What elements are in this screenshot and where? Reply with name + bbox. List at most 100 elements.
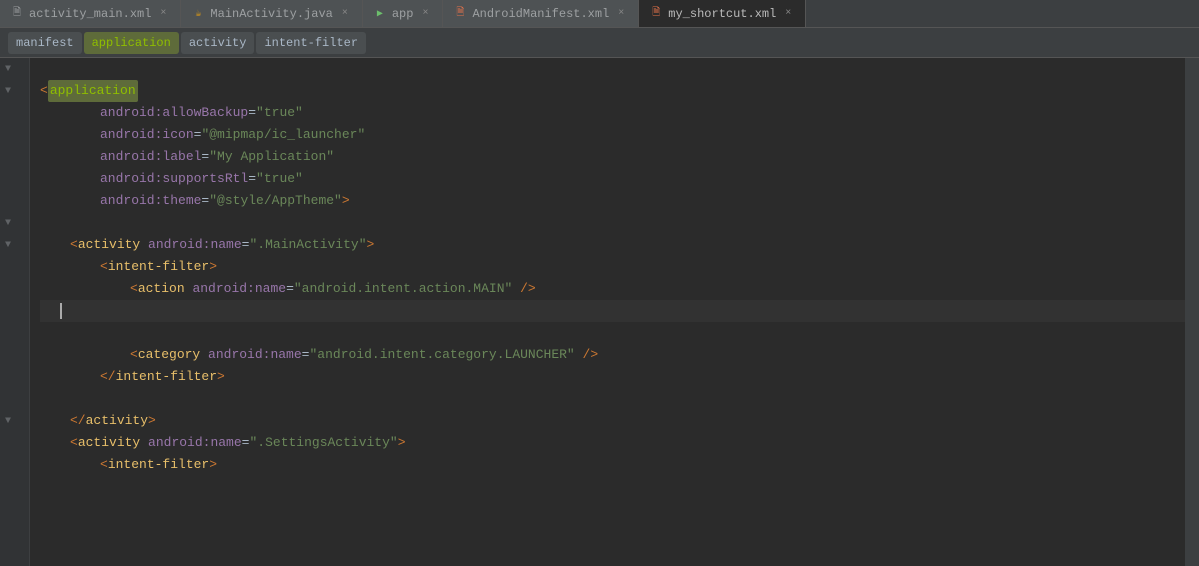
- code-line-cursor: [40, 300, 1185, 322]
- gutter-line: [0, 476, 29, 498]
- tab-activity-main[interactable]: 🗎 activity_main.xml ×: [0, 0, 181, 28]
- editor-area: ▼ ▼ ▼ ▼ ▼: [0, 58, 1199, 566]
- gutter-line: ▼: [0, 58, 29, 80]
- gutter-line: ▼: [0, 234, 29, 256]
- xml-icon: 🗎: [453, 7, 467, 21]
- attr-value: "true": [256, 171, 303, 186]
- attr-value: "@style/AppTheme": [209, 193, 342, 208]
- fold-icon[interactable]: ▼: [2, 63, 14, 75]
- gutter-line: [0, 256, 29, 278]
- gutter-line: [0, 124, 29, 146]
- fold-icon[interactable]: ▼: [2, 415, 14, 427]
- scrollbar[interactable]: [1185, 58, 1199, 566]
- tab-label: app: [392, 7, 414, 21]
- close-icon[interactable]: ×: [418, 7, 432, 21]
- gutter-line: [0, 102, 29, 124]
- gutter-line: [0, 520, 29, 542]
- fold-icon[interactable]: ▼: [2, 217, 14, 229]
- tag-category: category: [138, 347, 200, 362]
- close-icon[interactable]: ×: [338, 7, 352, 21]
- attr-name: android:icon: [100, 127, 194, 142]
- tag-activity-close: activity: [86, 413, 148, 428]
- gradle-icon: ▶: [373, 7, 387, 21]
- breadcrumb-application[interactable]: application: [84, 32, 179, 54]
- java-icon: ☕: [191, 7, 205, 21]
- gutter-line: ▼: [0, 80, 29, 102]
- breadcrumb-label: activity: [189, 36, 247, 50]
- code-line: [40, 388, 1185, 410]
- code-line: <activity android:name=".MainActivity">: [40, 234, 1185, 256]
- code-line: [40, 322, 1185, 344]
- gutter-line: [0, 366, 29, 388]
- tag-intent-filter2: intent-filter: [108, 457, 209, 472]
- close-icon[interactable]: ×: [614, 7, 628, 21]
- fold-icon[interactable]: ▼: [2, 239, 14, 251]
- code-line: </intent-filter>: [40, 366, 1185, 388]
- tab-android-manifest[interactable]: 🗎 AndroidManifest.xml ×: [443, 0, 639, 28]
- tab-main-activity[interactable]: ☕ MainActivity.java ×: [181, 0, 362, 28]
- attr-name: android:supportsRtl: [100, 171, 248, 186]
- tag-application: application: [48, 80, 138, 102]
- fold-icon[interactable]: ▼: [2, 85, 14, 97]
- tag-intent-filter-close: intent-filter: [116, 369, 217, 384]
- attr-name: android:theme: [100, 193, 201, 208]
- breadcrumb-activity[interactable]: activity: [181, 32, 255, 54]
- code-line: android:supportsRtl="true": [40, 168, 1185, 190]
- code-editor[interactable]: <application android:allowBackup="true" …: [30, 58, 1185, 566]
- line-gutter: ▼ ▼ ▼ ▼ ▼: [0, 58, 30, 566]
- gutter-line: ▼: [0, 410, 29, 432]
- tab-my-shortcut[interactable]: 🗎 my_shortcut.xml ×: [639, 0, 806, 28]
- code-line: [40, 58, 1185, 80]
- gutter-line: [0, 388, 29, 410]
- tab-label: AndroidManifest.xml: [472, 7, 609, 21]
- breadcrumb-manifest[interactable]: manifest: [8, 32, 82, 54]
- tag-action: action: [138, 281, 185, 296]
- gutter-line: [0, 300, 29, 322]
- code-line: android:allowBackup="true": [40, 102, 1185, 124]
- gutter-line: [0, 190, 29, 212]
- code-line: <activity android:name=".SettingsActivit…: [40, 432, 1185, 454]
- close-icon[interactable]: ×: [781, 7, 795, 21]
- tab-label: MainActivity.java: [210, 7, 332, 21]
- syntax-bracket: <: [40, 80, 48, 102]
- gutter-line: [0, 168, 29, 190]
- tag-activity2: activity: [78, 435, 140, 450]
- gutter-line: [0, 454, 29, 476]
- text-cursor: [60, 303, 62, 319]
- gutter-line: [0, 146, 29, 168]
- close-icon[interactable]: ×: [156, 7, 170, 21]
- tab-label: activity_main.xml: [29, 7, 151, 21]
- gutter-line: [0, 278, 29, 300]
- breadcrumb-label: application: [92, 36, 171, 50]
- gutter-line: [0, 498, 29, 520]
- attr-value: "@mipmap/ic_launcher": [201, 127, 365, 142]
- code-line: <action android:name="android.intent.act…: [40, 278, 1185, 300]
- gutter-line: [0, 432, 29, 454]
- tab-label: my_shortcut.xml: [668, 7, 776, 21]
- gutter-line: ▼: [0, 212, 29, 234]
- tag-intent-filter: intent-filter: [108, 259, 209, 274]
- gutter-line: [0, 322, 29, 344]
- gutter-line: [0, 344, 29, 366]
- breadcrumb-label: manifest: [16, 36, 74, 50]
- tab-bar: 🗎 activity_main.xml × ☕ MainActivity.jav…: [0, 0, 1199, 28]
- attr-value: "true": [256, 105, 303, 120]
- breadcrumb-intent-filter[interactable]: intent-filter: [256, 32, 366, 54]
- attr-name: android:label: [100, 149, 201, 164]
- code-line: <category android:name="android.intent.c…: [40, 344, 1185, 366]
- code-line: android:icon="@mipmap/ic_launcher": [40, 124, 1185, 146]
- code-line: <intent-filter>: [40, 454, 1185, 476]
- code-line: android:theme="@style/AppTheme">: [40, 190, 1185, 212]
- xml-icon: 🗎: [649, 7, 663, 21]
- code-line: android:label="My Application": [40, 146, 1185, 168]
- tab-app[interactable]: ▶ app ×: [363, 0, 444, 28]
- attr-name: android:allowBackup: [100, 105, 248, 120]
- breadcrumb-bar: manifest application activity intent-fil…: [0, 28, 1199, 58]
- code-line: </activity>: [40, 410, 1185, 432]
- breadcrumb-label: intent-filter: [264, 36, 358, 50]
- xml-icon: 🗎: [10, 7, 24, 21]
- code-line: <intent-filter>: [40, 256, 1185, 278]
- attr-value: "My Application": [209, 149, 334, 164]
- code-line: [40, 212, 1185, 234]
- tag-activity: activity: [78, 237, 140, 252]
